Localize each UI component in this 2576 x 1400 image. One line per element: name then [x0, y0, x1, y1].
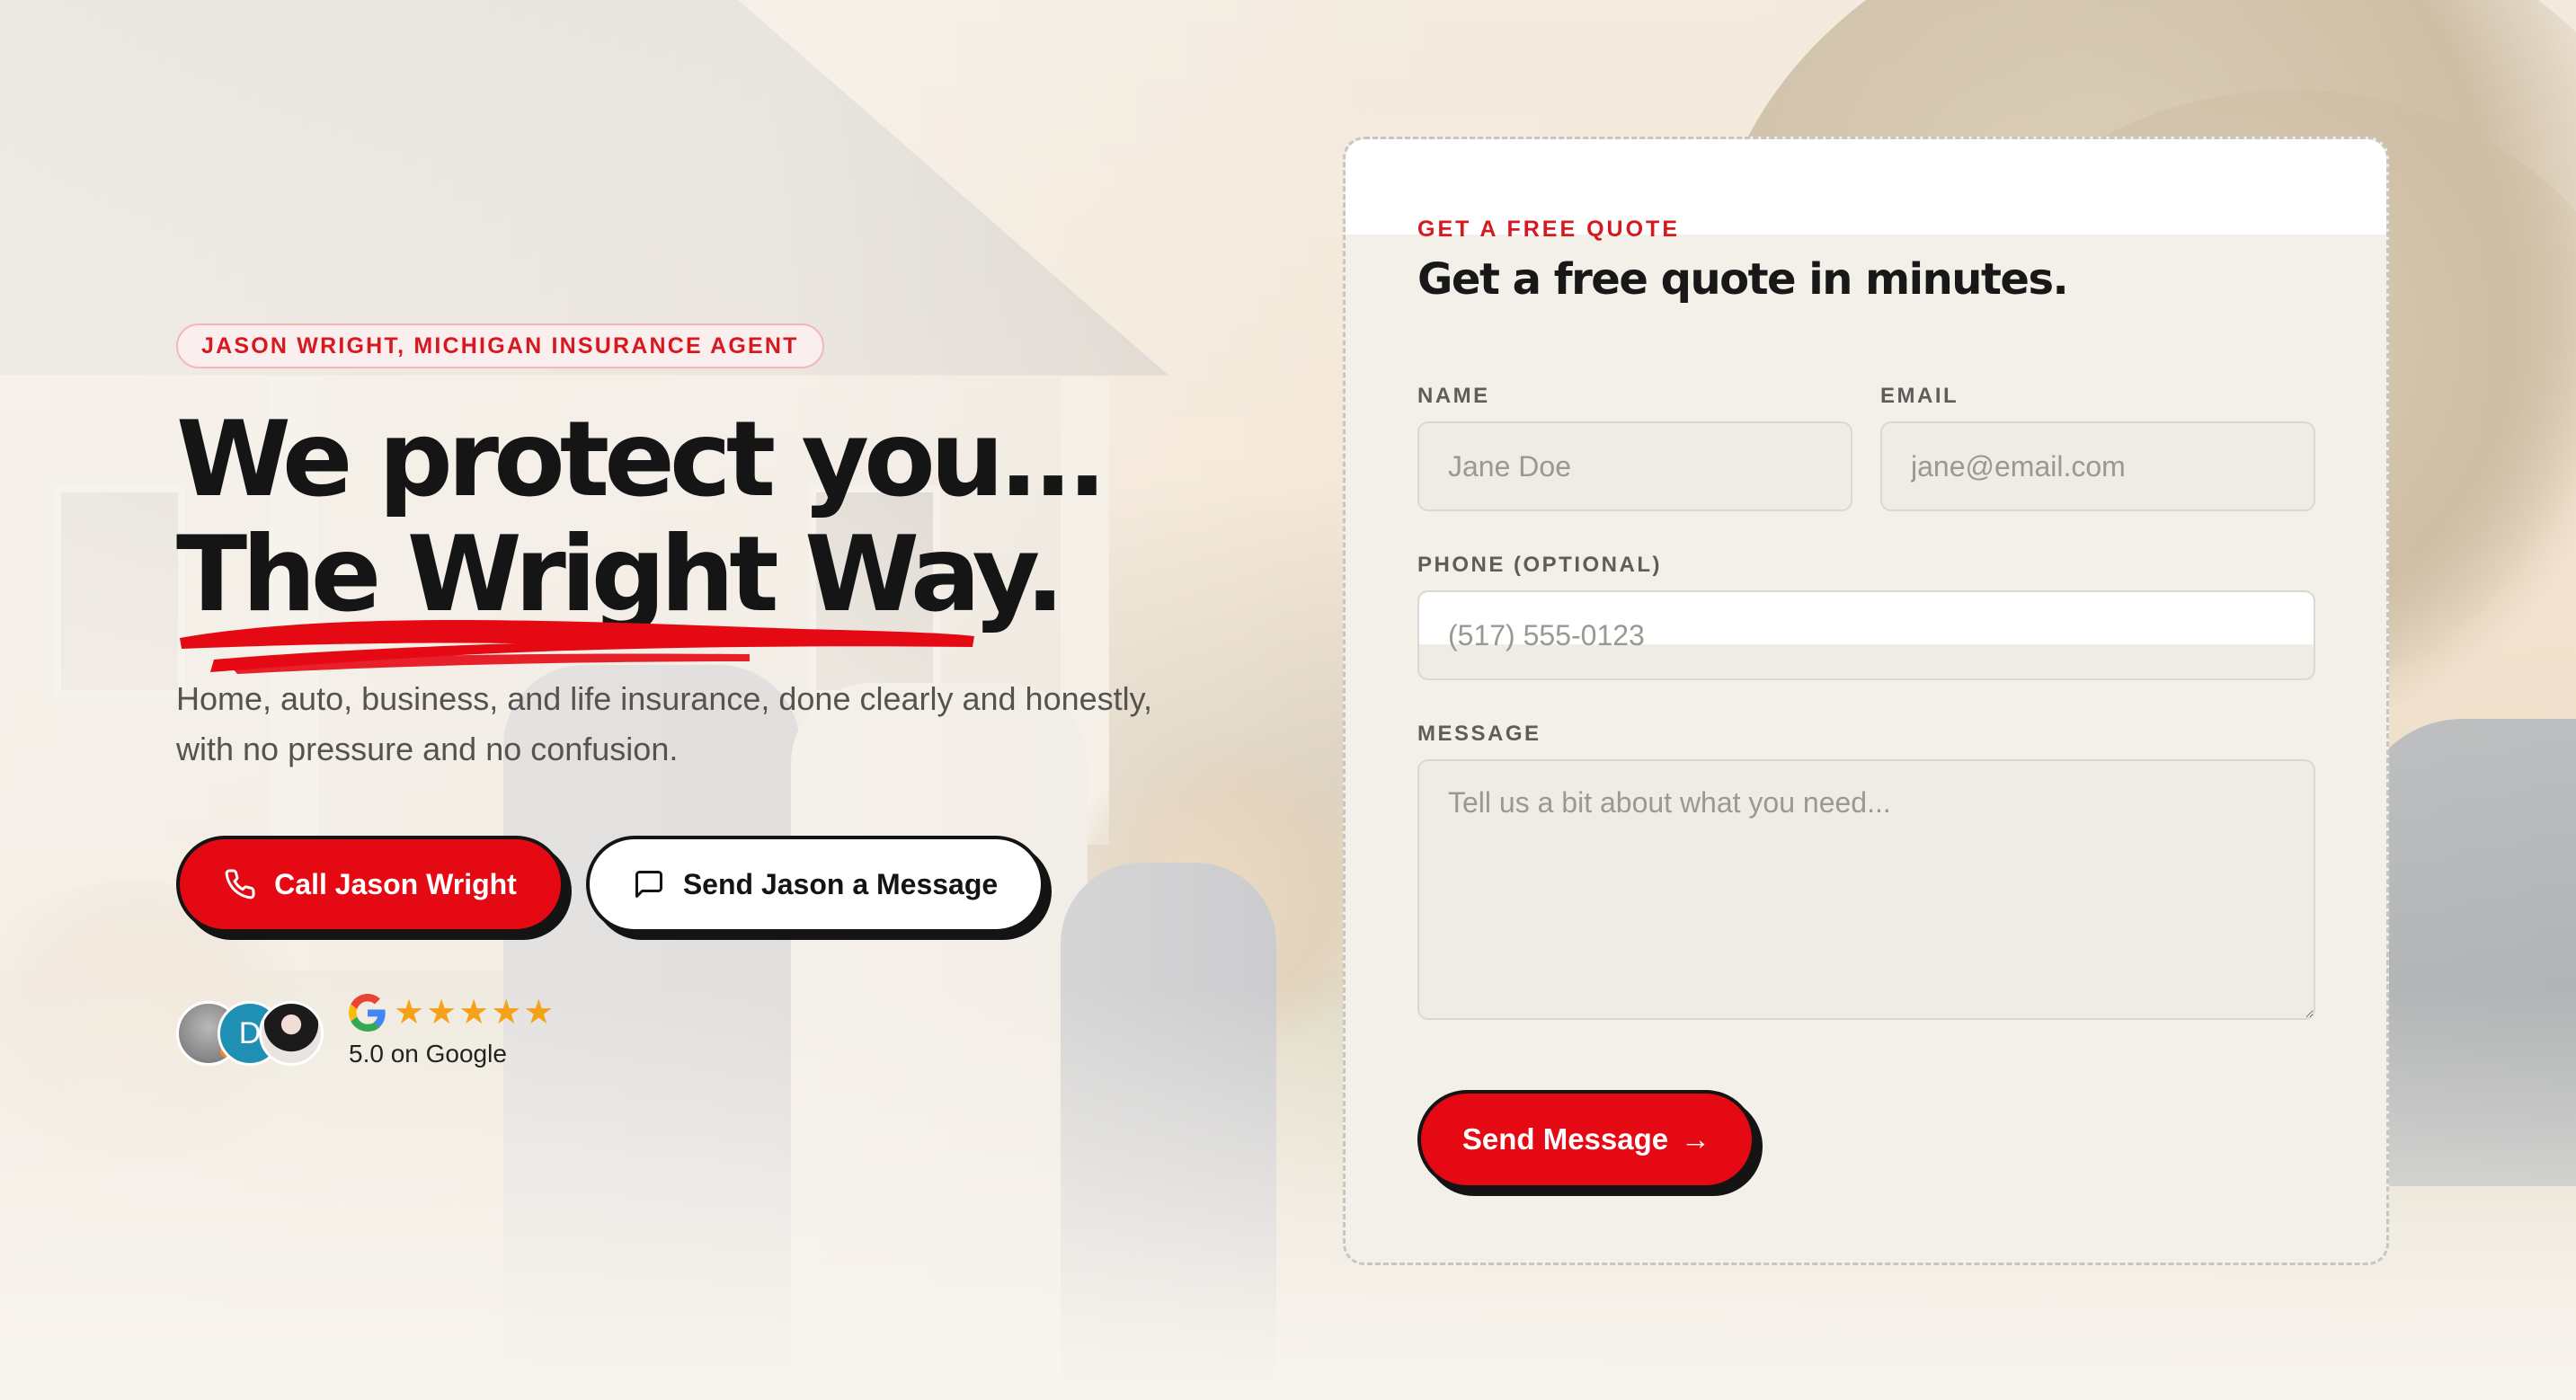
send-button-label: Send Message	[1461, 1122, 1669, 1156]
form-eyebrow: GET A FREE QUOTE	[1417, 217, 1680, 242]
send-message-button[interactable]: Send Jason a Message	[586, 836, 1044, 933]
email-field[interactable]	[1880, 421, 2315, 511]
send-message-submit-button[interactable]: Send Message →	[1417, 1090, 1755, 1189]
avatar	[259, 1001, 324, 1066]
google-rating[interactable]: ★★★★★ 5.0 on Google	[349, 992, 555, 1068]
phone-icon	[225, 869, 255, 899]
brush-underline-decoration	[180, 620, 974, 674]
phone-label: PHONE (OPTIONAL)	[1417, 553, 1662, 577]
google-g-icon	[349, 993, 386, 1032]
arrow-right-icon: →	[1681, 1122, 1711, 1156]
subcopy-line-1: Home, auto, business, and life insurance…	[176, 680, 1152, 717]
subcopy-line-2: with no pressure and no confusion.	[176, 731, 679, 767]
email-label: EMAIL	[1880, 384, 1959, 408]
call-button[interactable]: Call Jason Wright	[176, 836, 564, 933]
form-title: Get a free quote in minutes.	[1417, 254, 2069, 305]
chat-bubble-icon	[635, 871, 662, 898]
name-label: NAME	[1417, 384, 1490, 408]
message-field[interactable]	[1417, 759, 2315, 1020]
avatar-initial: D	[238, 1015, 262, 1050]
rating-text: 5.0 on Google	[349, 1040, 507, 1068]
name-field[interactable]	[1417, 421, 1852, 511]
headline-line-1: We protect you...	[176, 399, 1107, 520]
quote-form-card: GET A FREE QUOTE Get a free quote in min…	[1343, 137, 2389, 1265]
call-button-label: Call Jason Wright	[274, 867, 517, 900]
phone-field[interactable]	[1417, 590, 2315, 680]
star-rating-icon: ★★★★★	[394, 994, 556, 1032]
agent-badge: JASON WRIGHT, MICHIGAN INSURANCE AGENT	[176, 323, 824, 368]
send-message-button-label: Send Jason a Message	[682, 867, 999, 900]
message-label: MESSAGE	[1417, 722, 1541, 746]
reviewer-avatars: D	[176, 1001, 329, 1069]
hero-subcopy: Home, auto, business, and life insurance…	[176, 674, 1183, 775]
